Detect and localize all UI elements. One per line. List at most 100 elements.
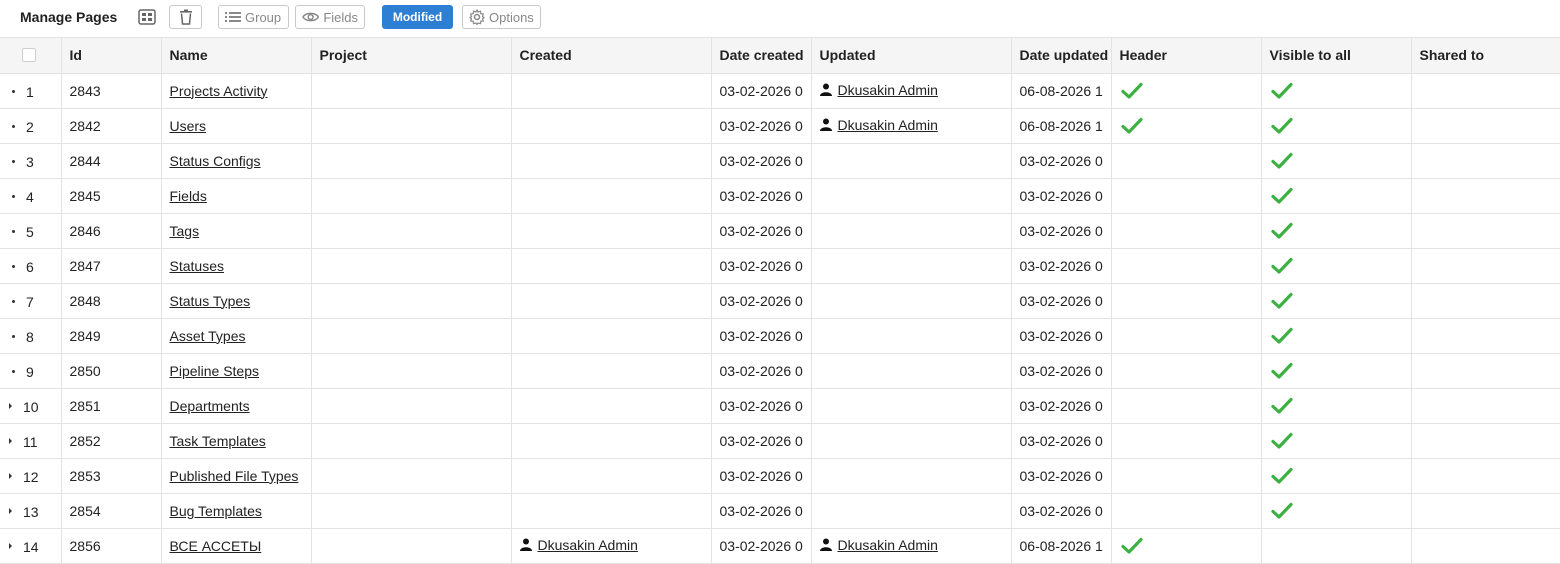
cell-id: 2851 [61,388,162,424]
cell-id: 2850 [61,353,162,389]
page-name-link[interactable]: Status Types [170,293,251,309]
page-name-link[interactable]: Users [170,118,207,134]
cell-name: Departments [161,388,312,424]
row-number: 4 [26,188,34,205]
cell-id: 2847 [61,248,162,284]
cell-project [311,143,512,179]
row-number-cell[interactable]: 12 [0,458,62,494]
table-row[interactable]: 10 2851 Departments 03-02-2026 0 03-02-2026 … [0,388,1560,424]
user-icon [819,538,832,552]
cell-id: 2848 [61,283,162,319]
group-button[interactable]: Group [218,5,289,29]
page-name-link[interactable]: Asset Types [170,328,246,344]
cell-shared-to [1411,318,1560,354]
check-icon [1120,82,1143,99]
cell-id: 2854 [61,493,162,529]
cell-created [511,318,712,354]
table-row[interactable]: 8 2849 Asset Types 03-02-2026 0 03-02-2026 0 [0,318,1560,354]
row-number-cell[interactable]: 14 [0,528,62,564]
column-header-header[interactable]: Header [1111,38,1262,74]
row-number-cell[interactable]: 2 [0,108,62,144]
cell-date-created: 03-02-2026 0 [711,388,812,424]
column-header-name[interactable]: Name [161,38,312,74]
table-row[interactable]: 5 2846 Tags 03-02-2026 0 03-02-2026 0 [0,213,1560,249]
cell-date-updated: 03-02-2026 0 [1011,248,1112,284]
table-row[interactable]: 14 2856 ВСЕ АССЕТЫ Dkusakin Admin 03-02-2026… [0,528,1560,564]
created-user-link[interactable]: Dkusakin Admin [538,537,638,553]
cell-name: Statuses [161,248,312,284]
page-name-link[interactable]: ВСЕ АССЕТЫ [170,538,262,554]
fields-button[interactable]: Fields [295,5,365,29]
table-row[interactable]: 13 2854 Bug Templates 03-02-2026 0 03-02-202… [0,493,1560,529]
cell-shared-to [1411,213,1560,249]
row-marker-icon [9,437,12,444]
cell-date-updated: 03-02-2026 0 [1011,178,1112,214]
updated-user-link[interactable]: Dkusakin Admin [838,117,938,133]
page-name-link[interactable]: Published File Types [170,468,299,484]
column-header-visible-to-all[interactable]: Visible to all [1261,38,1412,74]
row-number-cell[interactable]: 7 [0,283,62,319]
eye-icon [302,12,320,22]
page-name-link[interactable]: Projects Activity [170,83,268,99]
page-name-link[interactable]: Fields [170,188,207,204]
column-header-shared-to[interactable]: Shared to [1411,38,1560,74]
cell-name: Pipeline Steps [161,353,312,389]
table-row[interactable]: 1 2843 Projects Activity 03-02-2026 0 Dkusak… [0,73,1560,109]
page-name-link[interactable]: Departments [170,398,250,414]
pages-table: Id Name Project Created Date created Upd… [0,38,1560,564]
row-number-cell[interactable]: 8 [0,318,62,354]
row-number-cell[interactable]: 10 [0,388,62,424]
select-all-checkbox[interactable] [22,48,36,63]
column-header-date-created[interactable]: Date created [711,38,812,74]
page-name-link[interactable]: Task Templates [170,433,266,449]
modified-button[interactable]: Modified [382,5,453,29]
page-name-link[interactable]: Statuses [170,258,224,274]
row-number-cell[interactable]: 3 [0,143,62,179]
page-name-link[interactable]: Pipeline Steps [170,363,260,379]
column-header-created[interactable]: Created [511,38,712,74]
select-all-header[interactable] [0,38,62,74]
cell-updated [811,283,1012,319]
column-header-updated[interactable]: Updated [811,38,1012,74]
column-header-project[interactable]: Project [311,38,512,74]
pages-grid: Id Name Project Created Date created Upd… [0,37,1560,564]
cell-header [1111,213,1262,249]
column-header-id[interactable]: Id [61,38,162,74]
row-number-cell[interactable]: 5 [0,213,62,249]
layout-button[interactable] [136,5,158,29]
table-row[interactable]: 3 2844 Status Configs 03-02-2026 0 03-02-202… [0,143,1560,179]
row-number-cell[interactable]: 13 [0,493,62,529]
row-number-cell[interactable]: 4 [0,178,62,214]
row-number-cell[interactable]: 9 [0,353,62,389]
cell-name: Tags [161,213,312,249]
cell-name: Asset Types [161,318,312,354]
cell-created [511,493,712,529]
options-button[interactable]: Options [462,5,541,29]
check-icon [1120,537,1143,554]
table-row[interactable]: 12 2853 Published File Types 03-02-2026 0 03… [0,458,1560,494]
delete-button[interactable] [169,5,202,29]
check-icon [1270,117,1293,134]
updated-user-link[interactable]: Dkusakin Admin [838,537,938,553]
row-number-cell[interactable]: 6 [0,248,62,284]
page-name-link[interactable]: Tags [170,223,200,239]
table-row[interactable]: 6 2847 Statuses 03-02-2026 0 03-02-2026 0 [0,248,1560,284]
row-marker-icon [9,402,12,409]
column-header-date-updated[interactable]: Date updated [1011,38,1112,74]
table-row[interactable]: 7 2848 Status Types 03-02-2026 0 03-02-2026 … [0,283,1560,319]
row-marker-icon [12,194,15,198]
cell-id: 2853 [61,458,162,494]
updated-user-link[interactable]: Dkusakin Admin [838,82,938,98]
table-row[interactable]: 11 2852 Task Templates 03-02-2026 0 03-02-20… [0,423,1560,459]
table-row[interactable]: 4 2845 Fields 03-02-2026 0 03-02-2026 0 [0,178,1560,214]
page-name-link[interactable]: Bug Templates [170,503,262,519]
row-number-cell[interactable]: 11 [0,423,62,459]
group-label: Group [245,9,282,25]
cell-date-updated: 06-08-2026 1 [1011,108,1112,144]
table-row[interactable]: 2 2842 Users 03-02-2026 0 Dkusakin Admin 06-0… [0,108,1560,144]
page-name-link[interactable]: Status Configs [170,153,261,169]
row-marker-icon [12,299,15,303]
table-row[interactable]: 9 2850 Pipeline Steps 03-02-2026 0 03-02-202… [0,353,1560,389]
cell-visible-to-all [1261,283,1412,319]
row-number-cell[interactable]: 1 [0,73,62,109]
